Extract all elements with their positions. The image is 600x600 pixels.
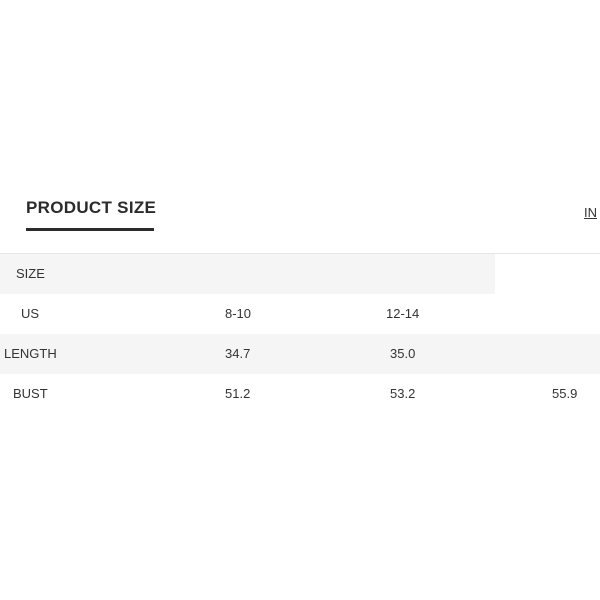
row-label-us: US bbox=[21, 306, 40, 321]
table-row: LENGTH 34.7 35.0 bbox=[0, 334, 600, 374]
table-cell: 53.2 bbox=[390, 386, 416, 401]
active-tab-indicator bbox=[26, 228, 154, 231]
table-cell: 51.2 bbox=[225, 386, 251, 401]
table-cell: 34.7 bbox=[225, 346, 251, 361]
column-header-size: SIZE bbox=[16, 266, 45, 281]
table-cell: 8-10 bbox=[225, 306, 252, 321]
table-header-row: SIZE bbox=[0, 254, 600, 294]
row-label-length: LENGTH bbox=[4, 346, 57, 361]
header-row-background bbox=[0, 254, 495, 294]
table-row: US 8-10 12-14 bbox=[0, 294, 600, 334]
size-chart-panel: PRODUCT SIZE IN SIZE US 8-10 12-14 LENGT… bbox=[0, 0, 600, 600]
table-cell: 12-14 bbox=[386, 306, 420, 321]
tab-product-size[interactable]: PRODUCT SIZE bbox=[26, 198, 156, 218]
row-label-bust: BUST bbox=[13, 386, 48, 401]
unit-toggle-in[interactable]: IN bbox=[584, 205, 597, 220]
table-row: BUST 51.2 53.2 55.9 bbox=[0, 374, 600, 414]
table-cell: 55.9 bbox=[552, 386, 578, 401]
table-cell: 35.0 bbox=[390, 346, 416, 361]
